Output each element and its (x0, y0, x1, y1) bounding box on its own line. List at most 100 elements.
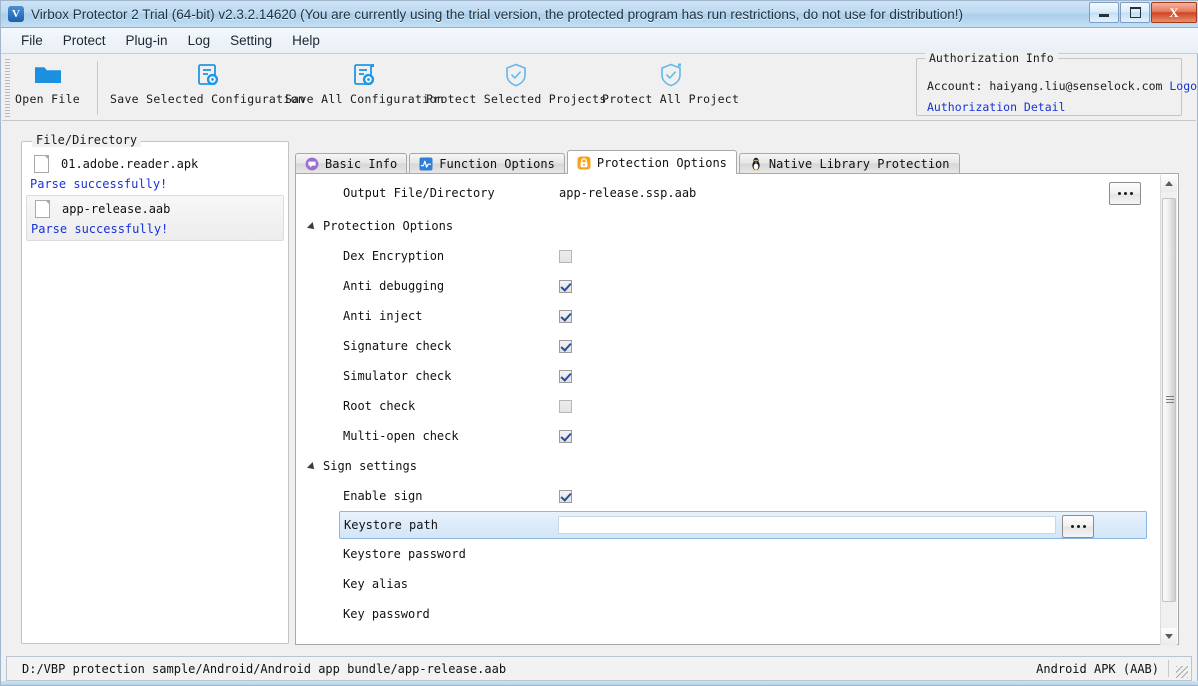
row-keystore-password[interactable]: Keystore password (297, 539, 1161, 569)
row-root-check[interactable]: Root check (297, 391, 1161, 421)
multi-open-check-checkbox[interactable] (559, 429, 572, 443)
authorization-detail-link[interactable]: Authorization Detail (927, 100, 1065, 114)
document-gear-all-icon (351, 58, 377, 92)
row-dex-encryption[interactable]: Dex Encryption (297, 241, 1161, 271)
row-anti-debugging[interactable]: Anti debugging (297, 271, 1161, 301)
triangle-down-icon (1165, 634, 1173, 639)
account-value: haiyang.liu@senselock.com (989, 79, 1163, 93)
file-list[interactable]: 01.adobe.reader.apk Parse successfully! … (26, 151, 284, 639)
output-file-directory-value: app-release.ssp.aab (559, 186, 697, 200)
output-browse-button[interactable] (1109, 182, 1141, 205)
dex-encryption-checkbox[interactable] (559, 249, 572, 263)
group-sign-settings[interactable]: Sign settings (297, 451, 1161, 481)
row-multi-open-check[interactable]: Multi-open check (297, 421, 1161, 451)
root-check-label: Root check (343, 399, 416, 413)
document-gear-icon (195, 58, 221, 92)
row-keystore-path[interactable]: Keystore path (339, 511, 1147, 539)
enable-sign-label: Enable sign (343, 489, 423, 503)
menu-item-file[interactable]: File (11, 30, 53, 51)
file-directory-panel: File/Directory 01.adobe.reader.apk Parse… (21, 133, 289, 644)
status-separator (1168, 660, 1169, 677)
save-selected-configuration-button[interactable]: Save Selected Configuration (110, 58, 305, 106)
speech-bubble-icon (305, 157, 319, 171)
menu-item-setting[interactable]: Setting (220, 30, 282, 51)
tab-basic-info-label: Basic Info (325, 157, 398, 171)
minimize-button[interactable] (1089, 2, 1119, 23)
window-bottom-edge (1, 681, 1198, 685)
row-simulator-check[interactable]: Simulator check (297, 361, 1161, 391)
save-all-configuration-label: Save All Configuration (285, 92, 444, 106)
dex-encryption-label: Dex Encryption (343, 249, 445, 263)
vertical-scrollbar[interactable] (1160, 175, 1177, 645)
key-alias-label: Key alias (343, 577, 409, 591)
keystore-path-input[interactable] (558, 516, 1056, 534)
shield-check-all-icon (658, 58, 684, 92)
scrollbar-thumb[interactable] (1162, 198, 1176, 602)
tab-function-options[interactable]: Function Options (409, 153, 565, 174)
open-file-button[interactable]: Open File (15, 58, 80, 106)
protection-options-pane: Output File/Directory app-release.ssp.aa… (295, 173, 1179, 645)
row-key-password[interactable]: Key password (297, 599, 1161, 629)
anti-inject-checkbox[interactable] (559, 309, 572, 323)
keystore-path-label: Keystore path (344, 518, 438, 532)
simulator-check-checkbox[interactable] (559, 369, 572, 383)
dot (1129, 192, 1133, 195)
menu-item-plugin[interactable]: Plug-in (116, 30, 178, 51)
triangle-up-icon (1165, 181, 1173, 186)
scroll-up-button[interactable] (1161, 175, 1177, 192)
file-row: app-release.aab (27, 196, 283, 222)
tab-native-library-protection[interactable]: Native Library Protection (738, 153, 960, 174)
row-key-alias[interactable]: Key alias (297, 569, 1161, 599)
menu-item-help[interactable]: Help (282, 30, 330, 51)
close-button[interactable]: X (1151, 2, 1197, 23)
protect-all-project-button[interactable]: Protect All Project (602, 58, 739, 106)
menu-item-protect[interactable]: Protect (53, 30, 116, 51)
file-name: 01.adobe.reader.apk (61, 157, 199, 171)
keystore-password-label: Keystore password (343, 547, 466, 561)
file-row: 01.adobe.reader.apk (26, 151, 284, 177)
minimize-icon (1099, 14, 1109, 17)
tab-strip: Basic Info Function Options Protection O… (295, 150, 962, 174)
toolbar-drag-handle[interactable] (5, 59, 10, 117)
list-item[interactable]: 01.adobe.reader.apk Parse successfully! (26, 151, 284, 195)
toolbar-separator (97, 61, 98, 115)
status-path: D:/VBP protection sample/Android/Android… (22, 661, 507, 676)
row-output-file-directory[interactable]: Output File/Directory app-release.ssp.aa… (297, 175, 1161, 211)
window-title: Virbox Protector 2 Trial (64-bit) v2.3.2… (31, 6, 963, 22)
status-bar: D:/VBP protection sample/Android/Android… (6, 656, 1192, 681)
dot (1123, 192, 1127, 195)
options-grid: Output File/Directory app-release.ssp.aa… (297, 175, 1161, 643)
maximize-button[interactable] (1120, 2, 1150, 23)
enable-sign-checkbox[interactable] (559, 489, 572, 503)
group-protection-options[interactable]: Protection Options (297, 211, 1161, 241)
tab-protection-options[interactable]: Protection Options (566, 150, 737, 174)
row-signature-check[interactable]: Signature check (297, 331, 1161, 361)
output-file-directory-label: Output File/Directory (343, 186, 495, 200)
root-check-checkbox[interactable] (559, 399, 572, 413)
resize-grip-icon[interactable] (1176, 666, 1188, 678)
signature-check-checkbox[interactable] (559, 339, 572, 353)
tab-basic-info[interactable]: Basic Info (295, 153, 408, 174)
logout-link[interactable]: Logout (1169, 79, 1198, 93)
app-logo-icon: V (8, 6, 24, 22)
save-all-configuration-button[interactable]: Save All Configuration (285, 58, 444, 106)
row-enable-sign[interactable]: Enable sign (297, 481, 1161, 511)
key-password-label: Key password (343, 607, 430, 621)
protect-all-project-label: Protect All Project (602, 92, 740, 106)
anti-debugging-checkbox[interactable] (559, 279, 572, 293)
waveform-icon (419, 157, 433, 171)
account-label: Account: (927, 79, 983, 93)
authorization-account-row: Account: haiyang.liu@senselock.com Logou… (927, 79, 1198, 93)
authorization-detail-row: Authorization Detail (927, 100, 1065, 114)
menu-item-log[interactable]: Log (178, 30, 221, 51)
scroll-down-button[interactable] (1161, 628, 1177, 645)
anti-inject-label: Anti inject (343, 309, 423, 323)
title-bar: V Virbox Protector 2 Trial (64-bit) v2.3… (1, 1, 1198, 28)
list-item[interactable]: app-release.aab Parse successfully! (26, 195, 284, 241)
open-folder-icon (33, 58, 63, 92)
row-anti-inject[interactable]: Anti inject (297, 301, 1161, 331)
keystore-path-browse-button[interactable] (1062, 515, 1094, 538)
file-directory-legend: File/Directory (32, 133, 142, 147)
signature-check-label: Signature check (343, 339, 452, 353)
protect-selected-projects-button[interactable]: Protect Selected Projects (426, 58, 607, 106)
